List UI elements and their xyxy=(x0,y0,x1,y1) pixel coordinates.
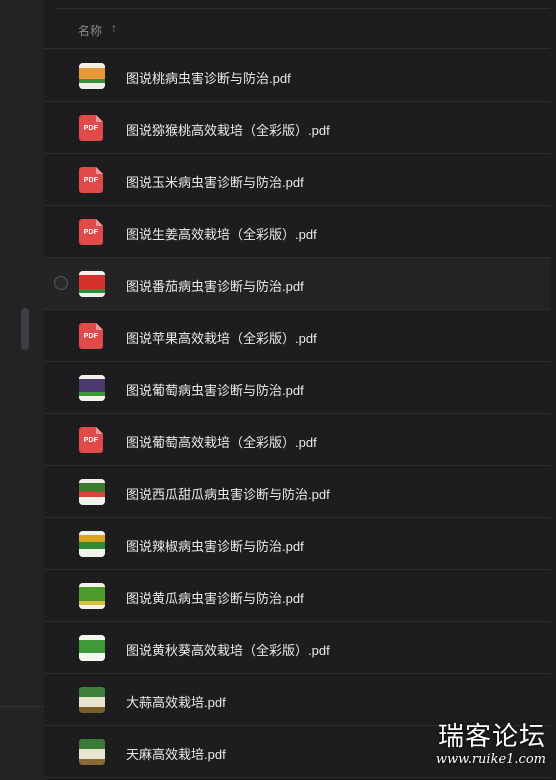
watermark: 瑞客论坛 www.ruike1.com xyxy=(420,716,550,774)
book-cover-thumbnail xyxy=(79,479,105,505)
pdf-file-icon: PDF xyxy=(79,323,105,349)
file-name[interactable]: 图说西瓜甜瓜病虫害诊断与防治.pdf xyxy=(126,484,330,503)
book-cover-thumbnail xyxy=(79,531,105,557)
cover-band xyxy=(79,483,105,492)
file-name[interactable]: 图说辣椒病虫害诊断与防治.pdf xyxy=(126,536,304,555)
cover-band xyxy=(79,707,105,713)
pdf-icon-fold xyxy=(96,427,103,434)
left-panel xyxy=(0,0,45,780)
file-name[interactable]: 图说葡萄病虫害诊断与防治.pdf xyxy=(126,380,304,399)
book-cover-thumbnail xyxy=(79,375,105,401)
cover-band xyxy=(79,697,105,708)
pdf-file-icon: PDF xyxy=(79,167,105,193)
file-name[interactable]: 图说黄秋葵高效栽培（全彩版）.pdf xyxy=(126,640,330,659)
cover-band xyxy=(79,542,105,550)
file-name[interactable]: 天麻高效栽培.pdf xyxy=(126,744,226,763)
file-row[interactable]: PDF 图说生姜高效栽培（全彩版）.pdf xyxy=(44,206,556,258)
book-cover-melon-icon xyxy=(79,479,105,505)
pdf-icon-shape: PDF xyxy=(79,427,103,453)
book-cover-tomato-icon xyxy=(79,271,105,297)
cover-band xyxy=(79,758,105,765)
pdf-file-icon: PDF xyxy=(79,219,105,245)
file-row[interactable]: 图说葡萄病虫害诊断与防治.pdf xyxy=(44,362,556,414)
file-row[interactable]: 图说辣椒病虫害诊断与防治.pdf xyxy=(44,518,556,570)
file-row[interactable]: PDF 图说猕猴桃高效栽培（全彩版）.pdf xyxy=(44,102,556,154)
column-header: 名称 ↑ xyxy=(44,9,556,49)
book-cover-thumbnail xyxy=(79,583,105,609)
book-cover-okra-icon xyxy=(79,635,105,661)
left-panel-scrollbar[interactable] xyxy=(21,308,29,350)
pdf-icon-label: PDF xyxy=(83,177,99,184)
cover-band xyxy=(79,534,105,543)
file-name[interactable]: 大蒜高效栽培.pdf xyxy=(126,692,226,711)
file-name[interactable]: 图说番茄病虫害诊断与防治.pdf xyxy=(126,276,304,295)
cover-band xyxy=(79,289,105,294)
file-name[interactable]: 图说苹果高效栽培（全彩版）.pdf xyxy=(126,328,317,347)
file-name[interactable]: 图说桃病虫害诊断与防治.pdf xyxy=(126,68,291,87)
cover-band xyxy=(79,749,105,759)
file-row[interactable]: 图说黄秋葵高效栽培（全彩版）.pdf xyxy=(44,622,556,674)
book-cover-thumbnail xyxy=(79,635,105,661)
file-row[interactable]: 图说黄瓜病虫害诊断与防治.pdf xyxy=(44,570,556,622)
pdf-icon-shape: PDF xyxy=(79,115,103,141)
book-cover-thumbnail xyxy=(79,271,105,297)
sort-ascending-icon[interactable]: ↑ xyxy=(111,21,117,35)
cover-band xyxy=(79,392,105,397)
file-row[interactable]: PDF 图说玉米病虫害诊断与防治.pdf xyxy=(44,154,556,206)
cover-band xyxy=(79,68,105,79)
book-cover-gastrodia-icon xyxy=(79,739,105,765)
pdf-icon-shape: PDF xyxy=(79,323,103,349)
watermark-title: 瑞客论坛 xyxy=(437,722,546,752)
cover-band xyxy=(79,274,105,290)
pdf-icon-fold xyxy=(96,219,103,226)
file-name[interactable]: 图说黄瓜病虫害诊断与防治.pdf xyxy=(126,588,304,607)
cover-band xyxy=(79,492,105,498)
watermark-url: www.ruike1.com xyxy=(435,752,546,767)
cover-band xyxy=(79,79,105,84)
file-row[interactable]: PDF 图说葡萄高效栽培（全彩版）.pdf xyxy=(44,414,556,466)
book-cover-peach-icon xyxy=(79,63,105,89)
cover-band xyxy=(79,639,105,653)
file-name[interactable]: 图说猕猴桃高效栽培（全彩版）.pdf xyxy=(126,120,330,139)
pdf-file-icon: PDF xyxy=(79,427,105,453)
pdf-icon-shape: PDF xyxy=(79,219,103,245)
name-column-header[interactable]: 名称 xyxy=(78,22,102,39)
file-rows: 图说桃病虫害诊断与防治.pdf PDF 图说猕猴桃高效栽培（全彩版）.pdf PDF 图… xyxy=(44,50,556,778)
file-row[interactable]: 图说番茄病虫害诊断与防治.pdf xyxy=(44,258,556,310)
cover-band xyxy=(79,601,105,605)
pdf-icon-fold xyxy=(96,323,103,330)
right-scrollbar[interactable] xyxy=(550,0,556,780)
book-cover-garlic-icon xyxy=(79,687,105,713)
pdf-icon-fold xyxy=(96,115,103,122)
cover-band xyxy=(79,379,105,393)
file-name[interactable]: 图说玉米病虫害诊断与防治.pdf xyxy=(126,172,304,191)
row-select-radio[interactable] xyxy=(54,276,68,290)
pdf-icon-label: PDF xyxy=(83,125,99,132)
book-cover-pepper-icon xyxy=(79,531,105,557)
book-cover-cucumber-icon xyxy=(79,583,105,609)
file-name[interactable]: 图说葡萄高效栽培（全彩版）.pdf xyxy=(126,432,317,451)
book-cover-thumbnail xyxy=(79,739,105,765)
file-row[interactable]: 图说桃病虫害诊断与防治.pdf xyxy=(44,50,556,102)
file-row[interactable]: PDF 图说苹果高效栽培（全彩版）.pdf xyxy=(44,310,556,362)
book-cover-thumbnail xyxy=(79,63,105,89)
pdf-file-icon: PDF xyxy=(79,115,105,141)
pdf-icon-label: PDF xyxy=(83,229,99,236)
pdf-icon-shape: PDF xyxy=(79,167,103,193)
book-cover-grape-icon xyxy=(79,375,105,401)
file-row[interactable]: 图说西瓜甜瓜病虫害诊断与防治.pdf xyxy=(44,466,556,518)
pdf-icon-label: PDF xyxy=(83,437,99,444)
cover-band xyxy=(79,586,105,602)
left-panel-divider xyxy=(0,706,44,707)
file-list: 名称 ↑ 图说桃病虫害诊断与防治.pdf PDF 图说猕猴桃高效栽培（全彩版）.pd… xyxy=(44,0,556,780)
pdf-icon-label: PDF xyxy=(83,333,99,340)
pdf-icon-fold xyxy=(96,167,103,174)
file-name[interactable]: 图说生姜高效栽培（全彩版）.pdf xyxy=(126,224,317,243)
book-cover-thumbnail xyxy=(79,687,105,713)
